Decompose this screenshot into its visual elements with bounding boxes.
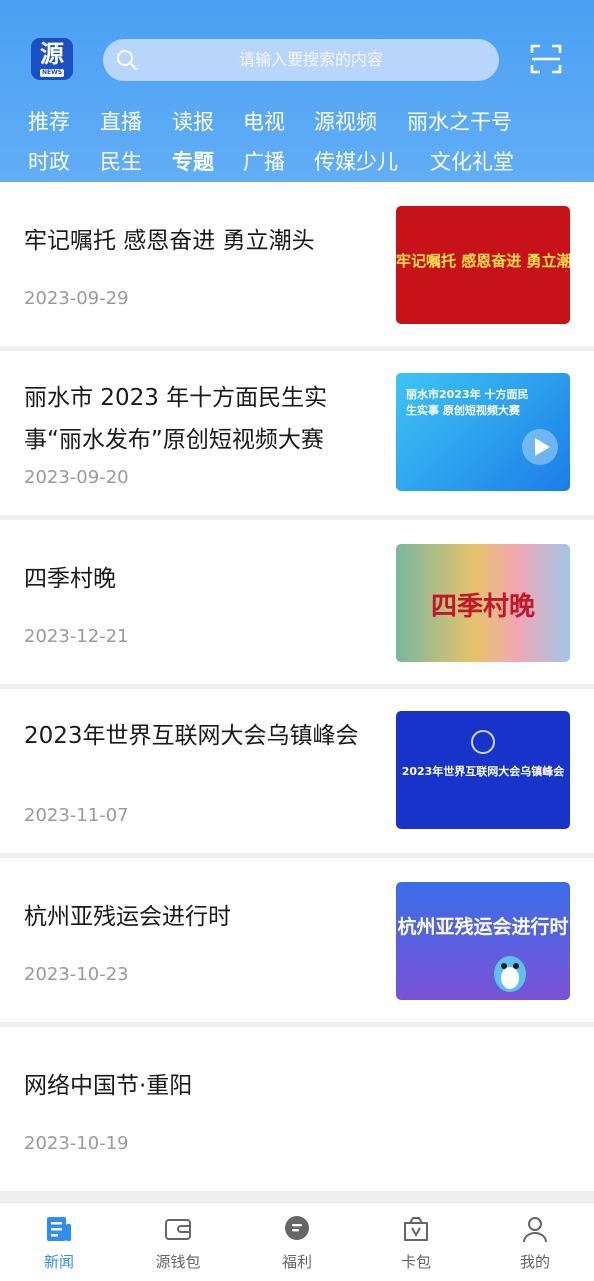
- tab-label: 福利: [281, 1253, 312, 1271]
- channel-tab[interactable]: 文化礼堂: [430, 142, 514, 182]
- channel-row-1: 推荐 直播 读报 电视 源视频 丽水之干号: [28, 102, 568, 142]
- mascot-icon: [494, 956, 526, 992]
- article-title: 牢记嘱托 感恩奋进 勇立潮头: [24, 228, 315, 254]
- article-date: 2023-12-21: [24, 626, 129, 647]
- channel-tab[interactable]: 传媒少儿: [314, 142, 398, 182]
- channel-tab[interactable]: 读报: [172, 102, 214, 142]
- thumbnail-caption: 2023年世界互联网大会乌镇峰会: [401, 765, 565, 778]
- channel-tab[interactable]: 民生: [100, 142, 142, 182]
- channel-nav: 推荐 直播 读报 电视 源视频 丽水之干号 时政 民生 专题 广播 传媒少儿 文…: [28, 102, 568, 182]
- article-date: 2023-10-19: [24, 1133, 129, 1154]
- tab-label: 卡包: [400, 1253, 431, 1271]
- thumbnail-caption: 丽水市2023年 十方面民生实事 原创短视频大赛: [406, 388, 529, 417]
- article-title: 网络中国节·重阳: [24, 1073, 193, 1099]
- article-title: 丽水市 2023 年十方面民生实事“丽水发布”原创短视频大赛: [24, 385, 328, 453]
- card-bag-icon: [404, 1217, 428, 1241]
- channel-tab[interactable]: 电视: [243, 102, 285, 142]
- tab-news[interactable]: 新闻: [0, 1203, 118, 1281]
- header-bar: 源 NEWS 请输入要搜索的内容 推荐 直播 读报 电视 源视频 丽水之干号 时…: [0, 0, 594, 182]
- article-thumbnail: 牢记嘱托 感恩奋进 勇立潮头: [396, 206, 570, 324]
- tab-welfare[interactable]: 福利: [238, 1203, 356, 1281]
- article-date: 2023-09-20: [24, 467, 129, 488]
- article-thumbnail: 丽水市2023年 十方面民生实事 原创短视频大赛: [396, 373, 570, 491]
- article-item[interactable]: 四季村晚 2023-12-21 四季村晚: [0, 520, 594, 684]
- channel-tab[interactable]: 时政: [28, 142, 70, 182]
- article-thumbnail: 杭州亚残运会进行时: [396, 882, 570, 1000]
- channel-tab-active[interactable]: 专题: [172, 142, 214, 182]
- article-date: 2023-09-29: [24, 288, 129, 309]
- channel-tab[interactable]: 丽水之干号: [407, 102, 512, 142]
- thumbnail-caption: 牢记嘱托 感恩奋进 勇立潮头: [396, 252, 570, 270]
- article-item[interactable]: 2023年世界互联网大会乌镇峰会 2023-11-07 2023年世界互联网大会…: [0, 689, 594, 853]
- search-placeholder: 请输入要搜索的内容: [238, 50, 383, 69]
- play-icon: [522, 429, 558, 465]
- article-item[interactable]: 丽水市 2023 年十方面民生实事“丽水发布”原创短视频大赛 2023-09-2…: [0, 351, 594, 515]
- thumbnail-caption: 杭州亚残运会进行时: [397, 916, 569, 938]
- app-logo[interactable]: 源 NEWS: [31, 38, 73, 80]
- channel-tab[interactable]: 广播: [243, 142, 285, 182]
- summit-logo-icon: [471, 730, 495, 754]
- chat-bubble-icon: [285, 1216, 309, 1240]
- channel-tab[interactable]: 源视频: [314, 102, 377, 142]
- article-list: 牢记嘱托 感恩奋进 勇立潮头 2023-09-29 牢记嘱托 感恩奋进 勇立潮头…: [0, 182, 594, 1196]
- article-title: 杭州亚残运会进行时: [24, 904, 231, 930]
- logo-news-label: NEWS: [40, 69, 64, 77]
- tab-label: 源钱包: [155, 1253, 201, 1271]
- wallet-icon: [165, 1219, 191, 1240]
- article-title: 2023年世界互联网大会乌镇峰会: [24, 723, 359, 749]
- channel-tab[interactable]: 推荐: [28, 102, 70, 142]
- tab-me[interactable]: 我的: [476, 1203, 594, 1281]
- article-thumbnail: 四季村晚: [396, 544, 570, 662]
- bottom-tab-bar: 新闻 源钱包 福利 卡包 我的: [0, 1202, 594, 1281]
- channel-row-2: 时政 民生 专题 广播 传媒少儿 文化礼堂: [28, 142, 568, 182]
- news-icon: [47, 1217, 71, 1241]
- search-icon: [117, 50, 137, 70]
- logo-char: 源: [40, 40, 64, 68]
- article-item[interactable]: 杭州亚残运会进行时 2023-10-23 杭州亚残运会进行时: [0, 858, 594, 1022]
- thumbnail-caption: 四季村晚: [430, 592, 535, 622]
- article-item[interactable]: 网络中国节·重阳 2023-10-19: [0, 1027, 594, 1191]
- article-item[interactable]: 牢记嘱托 感恩奋进 勇立潮头 2023-09-29 牢记嘱托 感恩奋进 勇立潮头: [0, 182, 594, 346]
- article-date: 2023-10-23: [24, 964, 129, 985]
- scan-icon[interactable]: [530, 43, 562, 75]
- channel-tab[interactable]: 直播: [100, 102, 142, 142]
- tab-wallet[interactable]: 源钱包: [119, 1203, 237, 1281]
- tab-label: 我的: [519, 1253, 550, 1271]
- tab-label: 新闻: [43, 1253, 74, 1271]
- article-title: 四季村晚: [24, 566, 116, 592]
- article-thumbnail: 2023年世界互联网大会乌镇峰会: [396, 711, 570, 829]
- search-bar[interactable]: 请输入要搜索的内容: [103, 39, 499, 81]
- user-icon: [523, 1217, 547, 1243]
- tab-card-bag[interactable]: 卡包: [357, 1203, 475, 1281]
- article-date: 2023-11-07: [24, 805, 129, 826]
